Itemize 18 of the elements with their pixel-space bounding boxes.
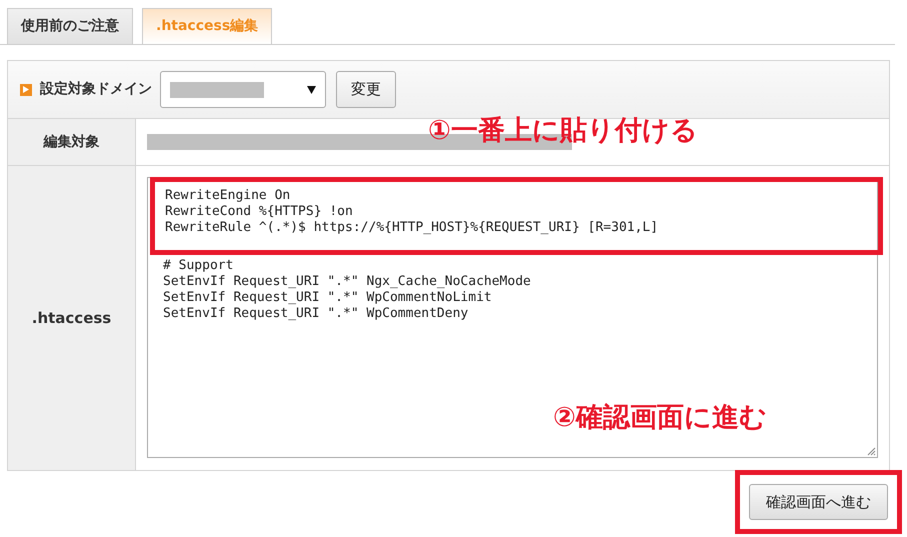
row-header: .htaccess xyxy=(32,308,112,329)
dropdown-arrow-icon xyxy=(307,86,316,94)
change-button[interactable]: 変更 xyxy=(336,71,396,108)
resize-handle-icon xyxy=(867,447,876,456)
code-line: # Support xyxy=(163,258,234,274)
code-line: RewriteCond %{HTTPS} !on xyxy=(165,204,353,220)
confirm-button[interactable]: 確認画面へ進む xyxy=(749,484,888,520)
domain-label: 設定対象ドメイン xyxy=(40,80,152,99)
code-line: SetEnvIf Request_URI ".*" Ngx_Cache_NoCacheMode xyxy=(163,274,531,290)
code-line: SetEnvIf Request_URI ".*" WpCommentNoLimit xyxy=(163,290,492,306)
annotation-text: ①一番上に貼り付ける xyxy=(428,114,698,148)
code-line: SetEnvIf Request_URI ".*" WpCommentDeny xyxy=(163,306,468,322)
tab[interactable]: 使用前のご注意 xyxy=(7,8,133,44)
code-line: RewriteEngine On xyxy=(165,188,290,204)
code-line: RewriteRule ^(.*)$ https://%{HTTP_HOST}%{REQUEST_URI} [R=301,L] xyxy=(165,220,658,236)
bullet-icon xyxy=(20,84,32,96)
row-header: 編集対象 xyxy=(44,132,100,152)
annotation-text: ②確認画面に進む xyxy=(553,401,767,435)
